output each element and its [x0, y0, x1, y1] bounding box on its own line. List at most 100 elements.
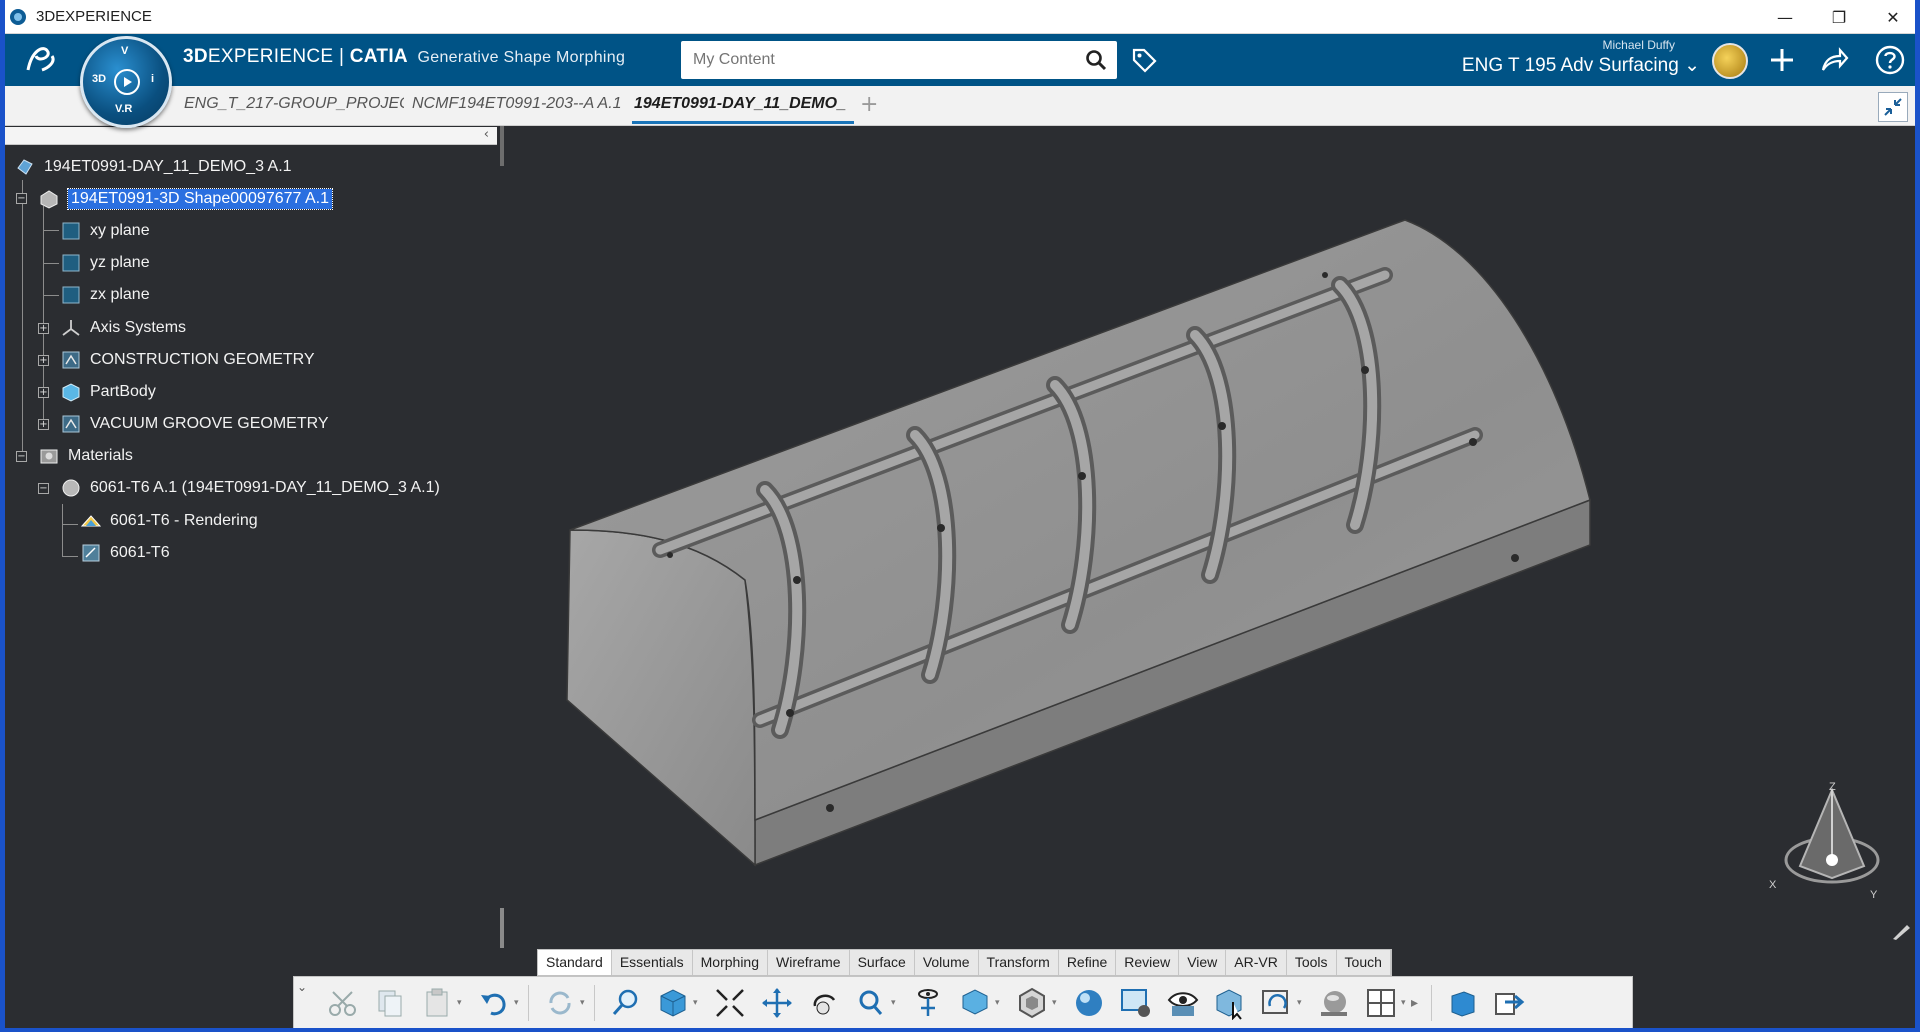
tree-item-partbody[interactable]: PartBody: [60, 379, 156, 405]
tree-item-materials[interactable]: Materials: [38, 443, 133, 469]
tab-tools[interactable]: Tools: [1287, 950, 1337, 975]
undo-dropdown[interactable]: ▾: [514, 998, 524, 1008]
avatar[interactable]: [1712, 43, 1748, 79]
normal-view-button[interactable]: [908, 983, 948, 1023]
hide-show-button[interactable]: [1163, 983, 1203, 1023]
tree-expander-vacuum[interactable]: +: [38, 419, 49, 430]
paste-button[interactable]: [417, 983, 457, 1023]
tree-item-yz-plane[interactable]: yz plane: [60, 250, 150, 276]
tab-transform[interactable]: Transform: [979, 950, 1059, 975]
tree-item-axis-systems[interactable]: Axis Systems: [60, 315, 186, 341]
share-icon[interactable]: [1818, 44, 1850, 76]
search-input[interactable]: [693, 51, 1073, 69]
pan-button[interactable]: [757, 983, 797, 1023]
layout-dropdown[interactable]: ▾: [1401, 998, 1411, 1008]
tree-item-3d-shape[interactable]: 194ET0991-3D Shape00097677 A.1: [38, 186, 333, 212]
add-tab-icon[interactable]: +: [860, 92, 878, 117]
collapse-view-button[interactable]: [1878, 92, 1908, 122]
dassault-logo-icon[interactable]: [22, 40, 62, 80]
tree-item-material-core[interactable]: 6061-T6: [80, 540, 170, 566]
view-cube-button[interactable]: [653, 983, 693, 1023]
rotate-button[interactable]: [804, 983, 844, 1023]
tree-expander-materials[interactable]: −: [16, 451, 27, 462]
render-style-button[interactable]: [1012, 983, 1052, 1023]
update-button[interactable]: [540, 983, 580, 1023]
help-icon[interactable]: [1874, 44, 1906, 76]
materials-button[interactable]: [1314, 983, 1354, 1023]
tree-item-xy-plane[interactable]: xy plane: [60, 218, 150, 244]
3d-view-button[interactable]: [1443, 983, 1483, 1023]
selection-button[interactable]: [1210, 983, 1250, 1023]
cut-button[interactable]: [323, 983, 363, 1023]
action-bar-tabs: Standard Essentials Morphing Wireframe S…: [537, 949, 1392, 976]
tab-day-11-demo[interactable]: 194ET0991-DAY_11_DEMO_: [634, 95, 846, 113]
search-icon[interactable]: [1085, 49, 1107, 71]
role-selector[interactable]: ENG T 195 Adv Surfacing ⌄: [1450, 54, 1700, 77]
compass-left-label: 3D: [92, 73, 107, 85]
tab-ncmf[interactable]: NCMF194ET0991-203--A A.1: [412, 95, 630, 113]
tree-item-material-rendering[interactable]: 6061-T6 - Rendering: [80, 508, 258, 534]
tree-expander-construction[interactable]: +: [38, 355, 49, 366]
capture-button[interactable]: [1116, 983, 1156, 1023]
tab-morphing[interactable]: Morphing: [693, 950, 769, 975]
fit-all-button[interactable]: [710, 983, 750, 1023]
render-style-dropdown[interactable]: ▾: [1052, 998, 1062, 1008]
ambiance-button[interactable]: [1069, 983, 1109, 1023]
tree-expander-axis[interactable]: +: [38, 323, 49, 334]
tab-volume[interactable]: Volume: [915, 950, 979, 975]
tab-refine[interactable]: Refine: [1059, 950, 1117, 975]
clipping-button[interactable]: [1257, 983, 1297, 1023]
tree-collapse-strip[interactable]: ‹: [5, 127, 497, 145]
toolbar-more-icon[interactable]: ▸: [1411, 995, 1427, 1011]
paste-dropdown[interactable]: ▾: [457, 998, 467, 1008]
copy-button[interactable]: [370, 983, 410, 1023]
scissors-icon: [329, 990, 356, 1016]
search-box[interactable]: [681, 41, 1117, 79]
compass-z-label: Z: [1829, 781, 1836, 793]
iso-view-dropdown[interactable]: ▾: [995, 998, 1005, 1008]
zoom-dropdown[interactable]: ▾: [891, 998, 901, 1008]
undo-button[interactable]: [474, 983, 514, 1023]
export-button[interactable]: [1490, 983, 1530, 1023]
update-dropdown[interactable]: ▾: [580, 998, 590, 1008]
clipping-dropdown[interactable]: ▾: [1297, 998, 1307, 1008]
plane-icon: [62, 254, 80, 272]
window-frame-left: [0, 0, 5, 1032]
tab-ar-vr[interactable]: AR-VR: [1226, 950, 1287, 975]
tree-item-zx-plane[interactable]: zx plane: [60, 282, 150, 308]
view-cube-dropdown[interactable]: ▾: [693, 998, 703, 1008]
fly-mode-button[interactable]: [606, 983, 646, 1023]
chevron-left-icon[interactable]: ‹: [484, 127, 489, 142]
tree-item-construction-geometry[interactable]: CONSTRUCTION GEOMETRY: [60, 347, 315, 373]
tab-surface[interactable]: Surface: [850, 950, 915, 975]
tree-item-material-6061[interactable]: 6061-T6 A.1 (194ET0991-DAY_11_DEMO_3 A.1…: [60, 475, 440, 501]
tree-expander-shape[interactable]: −: [16, 193, 27, 204]
tab-view[interactable]: View: [1179, 950, 1227, 975]
tree-expander-material[interactable]: −: [38, 483, 49, 494]
minimize-button[interactable]: —: [1758, 0, 1812, 34]
plus-icon[interactable]: [1766, 44, 1798, 76]
compass-widget[interactable]: V 3D i V.R: [80, 36, 172, 128]
iso-view-button[interactable]: [955, 983, 995, 1023]
tree-expander-partbody[interactable]: +: [38, 387, 49, 398]
toolbar-toggle-icon[interactable]: ⌄: [297, 980, 313, 1000]
tab-group-project[interactable]: ENG_T_217-GROUP_PROJECT: [184, 95, 404, 113]
3d-part-model[interactable]: [555, 210, 1605, 870]
tree-item-vacuum-groove-geometry[interactable]: VACUUM GROOVE GEOMETRY: [60, 411, 329, 437]
tab-touch[interactable]: Touch: [1337, 950, 1391, 975]
restore-button[interactable]: ❐: [1812, 0, 1866, 34]
layout-button[interactable]: [1361, 983, 1401, 1023]
zoom-button[interactable]: [851, 983, 891, 1023]
user-info[interactable]: Michael Duffy ENG T 195 Adv Surfacing ⌄: [1450, 38, 1700, 77]
tab-standard[interactable]: Standard: [538, 950, 612, 975]
pen-icon[interactable]: [1890, 920, 1912, 942]
tab-wireframe[interactable]: Wireframe: [768, 950, 850, 975]
tag-icon[interactable]: [1130, 46, 1158, 74]
play-icon[interactable]: [114, 69, 140, 95]
close-button[interactable]: ✕: [1866, 0, 1920, 34]
eye-icon: [1167, 991, 1199, 1016]
tree-root[interactable]: 194ET0991-DAY_11_DEMO_3 A.1: [14, 154, 292, 180]
3d-navigation-compass[interactable]: Z X Y: [1760, 778, 1890, 908]
tab-essentials[interactable]: Essentials: [612, 950, 693, 975]
tab-review[interactable]: Review: [1116, 950, 1180, 975]
